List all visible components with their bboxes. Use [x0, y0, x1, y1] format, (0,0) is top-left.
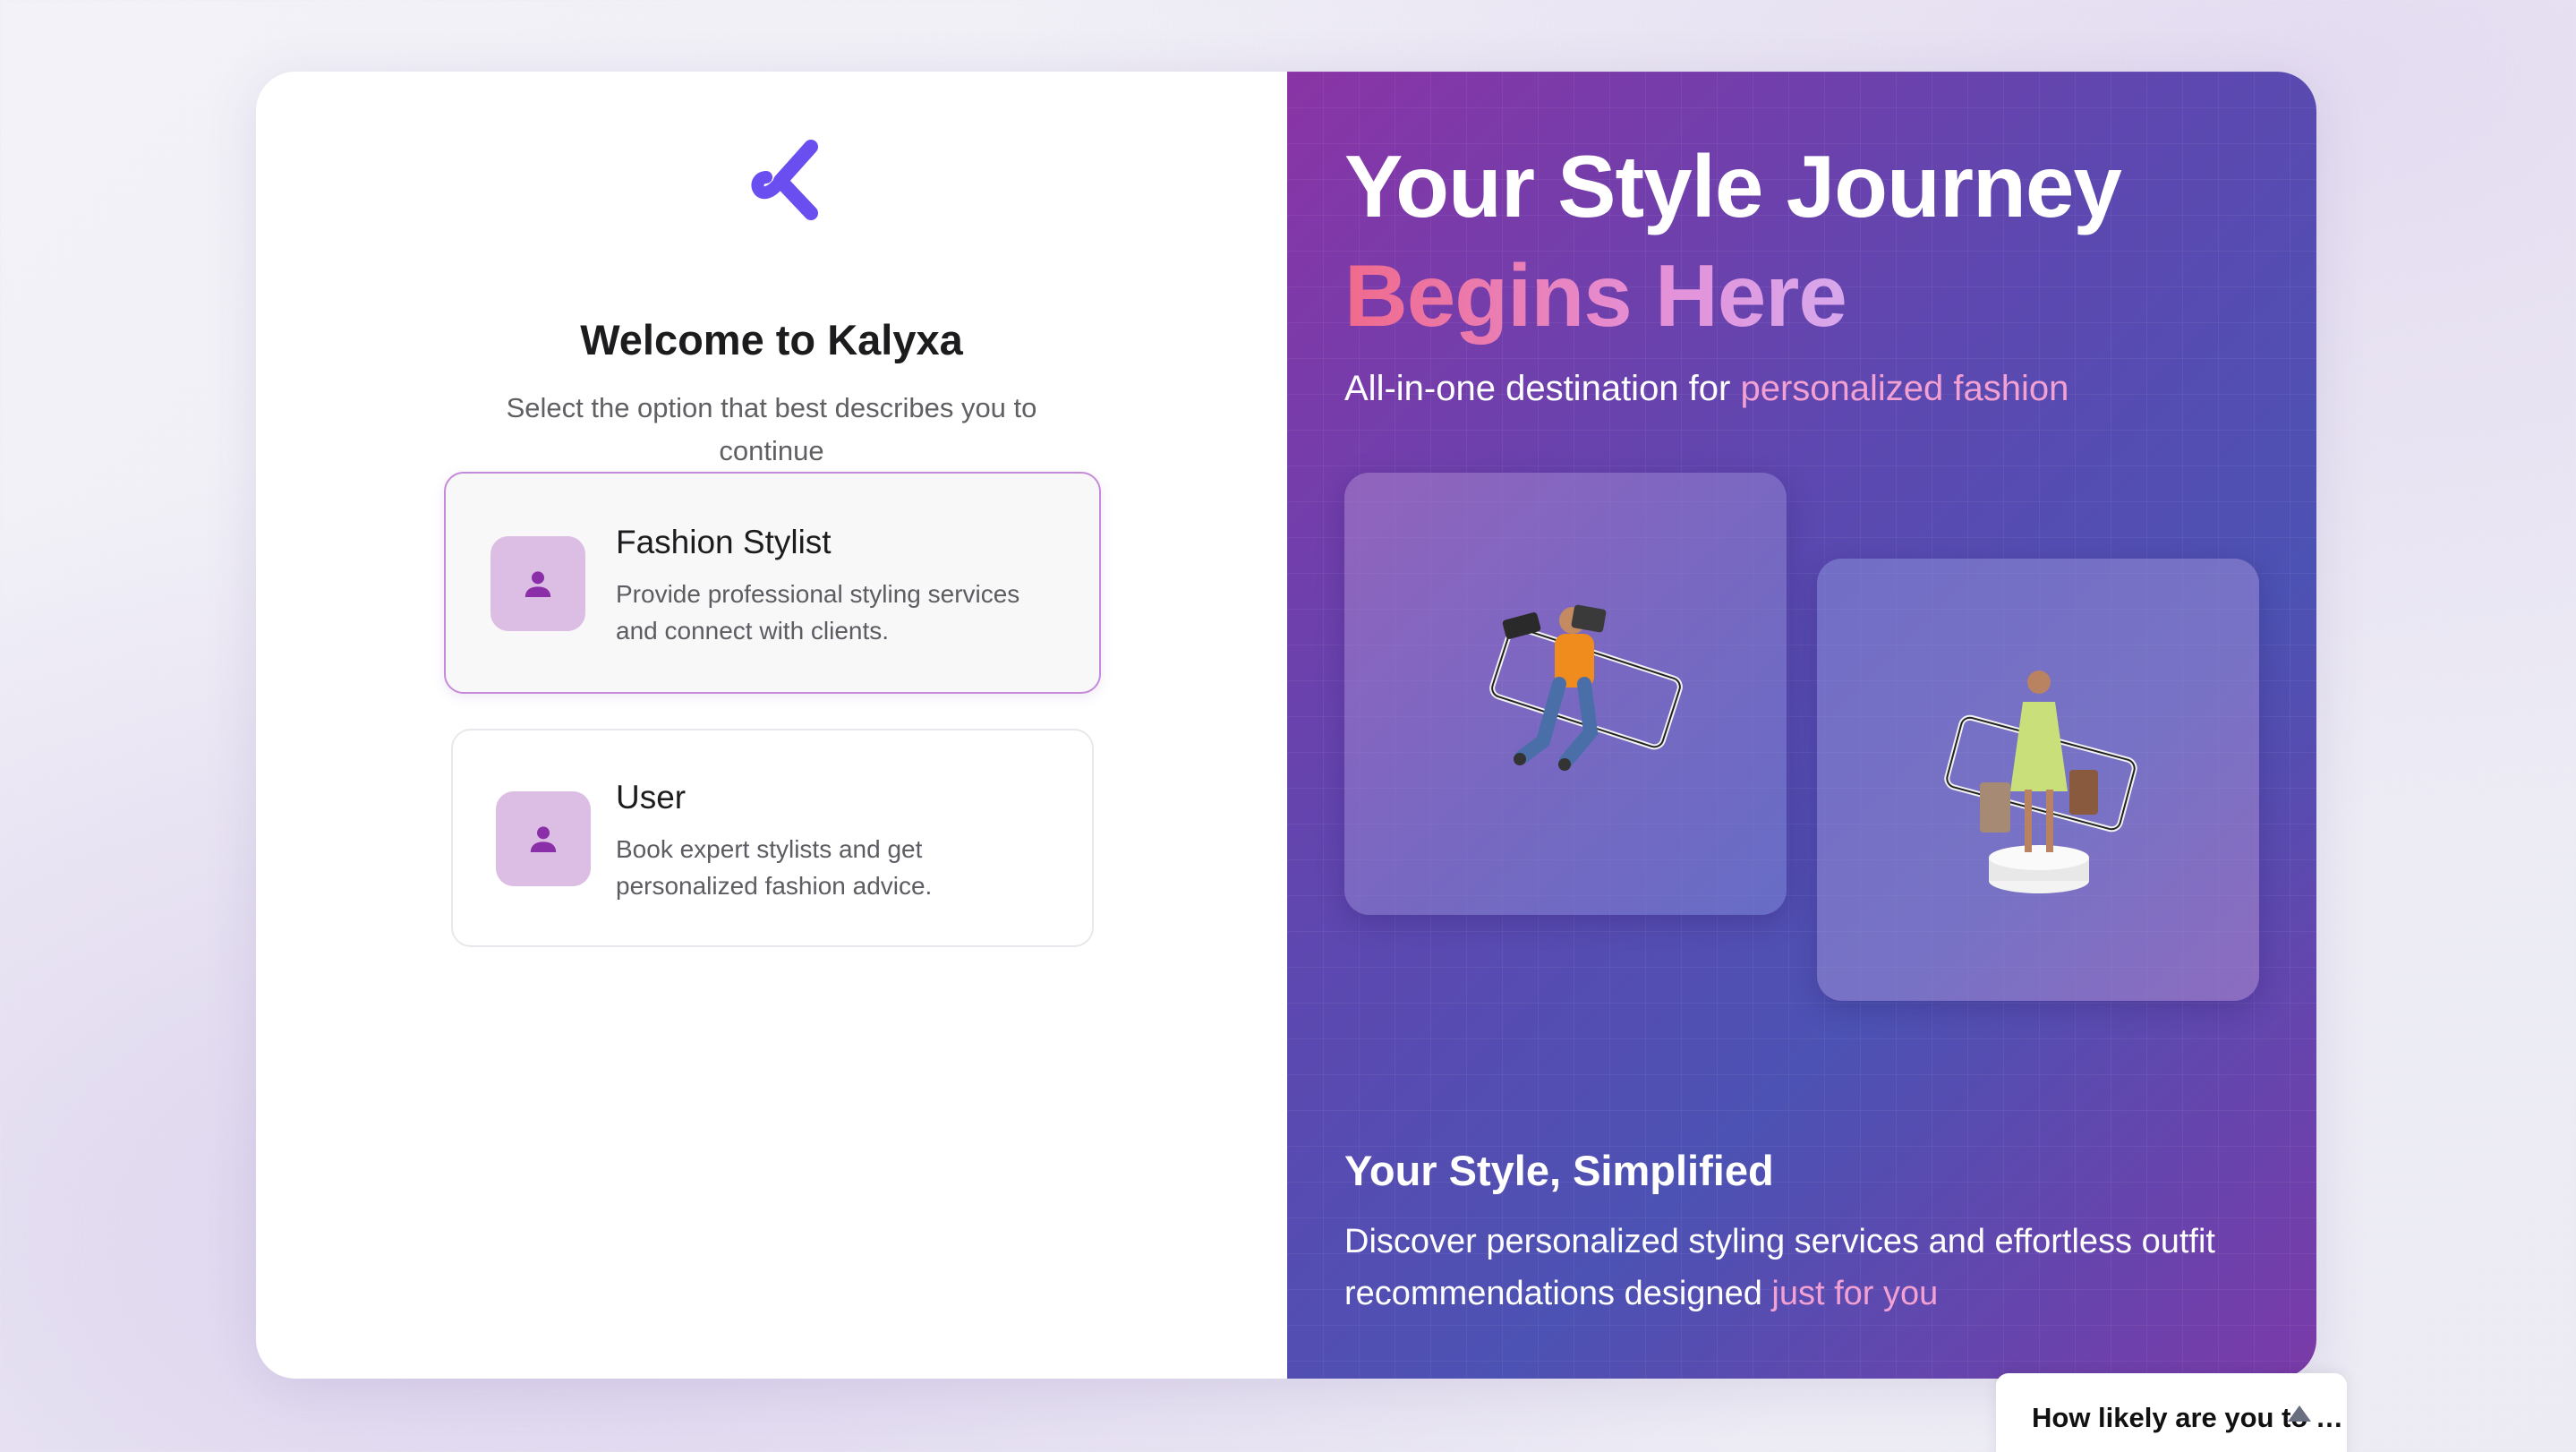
hero-heading-line1: Your Style Journey [1344, 137, 2122, 235]
feature-title: Your Style, Simplified [1344, 1147, 1774, 1194]
role-selection-panel: Welcome to Kalyxa Select the option that… [256, 72, 1287, 1379]
survey-widget[interactable]: How likely are you to recomme… [1996, 1373, 2347, 1452]
hero-tagline: All-in-one destination for personalized … [1344, 369, 2068, 409]
promo-image-woman-shopping [1817, 559, 2259, 1001]
option-description: Book expert stylists and get personalize… [616, 835, 933, 900]
person-icon [496, 791, 591, 886]
hero-heading-line2: Begins Here [1344, 246, 1847, 345]
person-icon [490, 536, 585, 631]
option-title: User [616, 779, 687, 816]
chevron-up-icon[interactable] [2288, 1405, 2311, 1422]
option-title: Fashion Stylist [616, 524, 832, 560]
promo-panel: Your Style Journey Begins Here All-in-on… [1287, 72, 2316, 1379]
option-fashion-stylist[interactable]: Fashion Stylist Provide professional sty… [444, 472, 1101, 694]
kalyxa-logo-icon [751, 140, 818, 220]
page-title: Welcome to Kalyxa [580, 316, 963, 363]
feature-desc-accent: just for you [1771, 1275, 1939, 1312]
option-user[interactable]: User Book expert stylists and get person… [451, 729, 1094, 947]
page-subtitle: Select the option that best describes yo… [506, 392, 1037, 466]
onboarding-card: Welcome to Kalyxa Select the option that… [256, 72, 2316, 1379]
feature-description: Discover personalized styling services a… [1344, 1216, 2239, 1320]
promo-image-jumping-man [1344, 473, 1787, 915]
tagline-text: All-in-one destination for [1344, 369, 1741, 408]
tagline-accent: personalized fashion [1740, 369, 2069, 408]
option-description: Provide professional styling services an… [616, 580, 1020, 645]
